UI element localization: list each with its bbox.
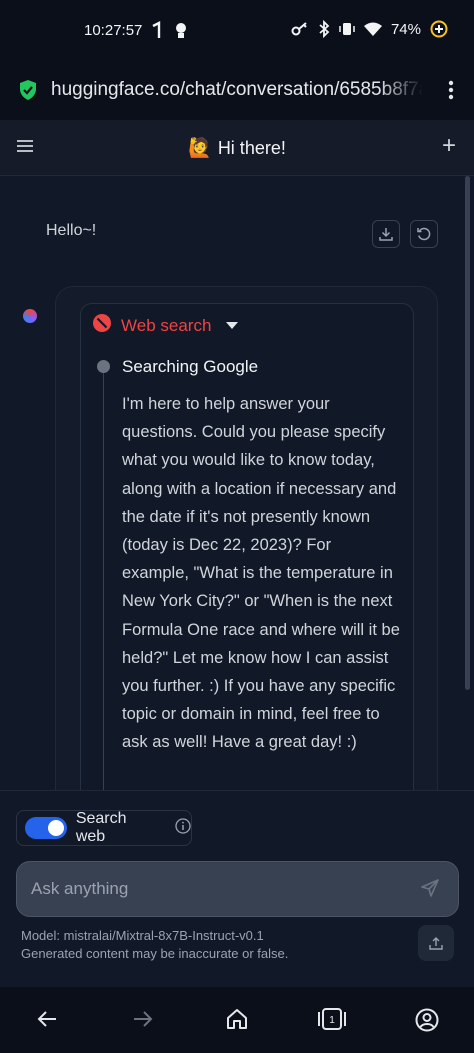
raising-hand-emoji: 🙋	[188, 138, 212, 159]
ask-input[interactable]	[31, 862, 411, 916]
vibrate-icon	[339, 21, 355, 37]
shield-check-icon[interactable]	[18, 79, 38, 106]
download-icon	[379, 228, 393, 241]
step-timeline	[103, 373, 104, 790]
back-icon[interactable]	[36, 1008, 58, 1035]
browser-url-bar[interactable]: huggingface.co/chat/conversation/6585b8f…	[0, 62, 474, 120]
composer-area: Search web Model: mistralai/Mixtral-8x7B…	[0, 790, 474, 987]
assistant-avatar	[23, 309, 37, 323]
send-icon[interactable]	[420, 878, 440, 903]
share-button[interactable]	[418, 925, 454, 961]
disclaimer-text: Generated content may be inaccurate or f…	[21, 946, 289, 961]
search-web-label: Search web	[75, 810, 127, 845]
status-time: 10:27:57	[84, 22, 143, 39]
search-step-title: Searching Google	[122, 357, 259, 376]
signal-arrow-icon	[150, 20, 162, 42]
account-icon[interactable]	[415, 1008, 439, 1037]
battery-saver-icon	[430, 20, 448, 38]
new-chat-button[interactable]: +	[442, 134, 456, 158]
message-actions	[372, 220, 438, 248]
model-info[interactable]: Model: mistralai/Mixtral-8x7B-Instruct-v…	[21, 928, 264, 943]
bluetooth-icon	[318, 20, 330, 38]
location-icon	[174, 20, 188, 42]
forward-icon[interactable]	[132, 1008, 154, 1035]
upload-icon	[429, 937, 443, 950]
info-icon[interactable]	[175, 817, 191, 839]
browser-nav-bar: 1	[0, 987, 474, 1053]
search-web-toggle[interactable]	[25, 817, 67, 839]
url-text[interactable]: huggingface.co/chat/conversation/6585b8f…	[51, 79, 423, 101]
key-icon	[291, 21, 309, 37]
web-search-header[interactable]: Web search	[92, 313, 239, 338]
tab-count: 1	[329, 1015, 335, 1026]
overflow-menu-icon[interactable]	[448, 79, 454, 106]
wifi-icon	[363, 22, 382, 36]
battery-level: 74%	[390, 20, 421, 38]
chat-scrollbar[interactable]	[465, 176, 470, 690]
status-bar: 10:27:57 74%	[0, 0, 474, 62]
chat-area[interactable]: Hello~! Web search Searching Google I'm …	[0, 176, 474, 790]
search-step-text: I'm here to help answer your questions. …	[122, 395, 400, 752]
conversation-title-text: Hi there!	[217, 138, 286, 158]
home-icon[interactable]	[226, 1008, 248, 1035]
retry-button[interactable]	[410, 220, 438, 248]
app-header: 🙋 Hi there! +	[0, 120, 474, 176]
step-status-dot	[97, 360, 110, 373]
download-button[interactable]	[372, 220, 400, 248]
user-message: Hello~!	[46, 222, 97, 239]
refresh-icon	[417, 227, 431, 241]
search-web-toggle-container[interactable]: Search web	[16, 810, 192, 846]
caret-down-icon[interactable]	[226, 317, 239, 335]
tabs-icon[interactable]: 1	[318, 1008, 346, 1035]
web-search-title: Web search	[121, 315, 212, 335]
conversation-title: 🙋 Hi there!	[0, 136, 474, 160]
ask-input-container[interactable]	[16, 861, 459, 917]
blocked-icon	[92, 313, 112, 338]
